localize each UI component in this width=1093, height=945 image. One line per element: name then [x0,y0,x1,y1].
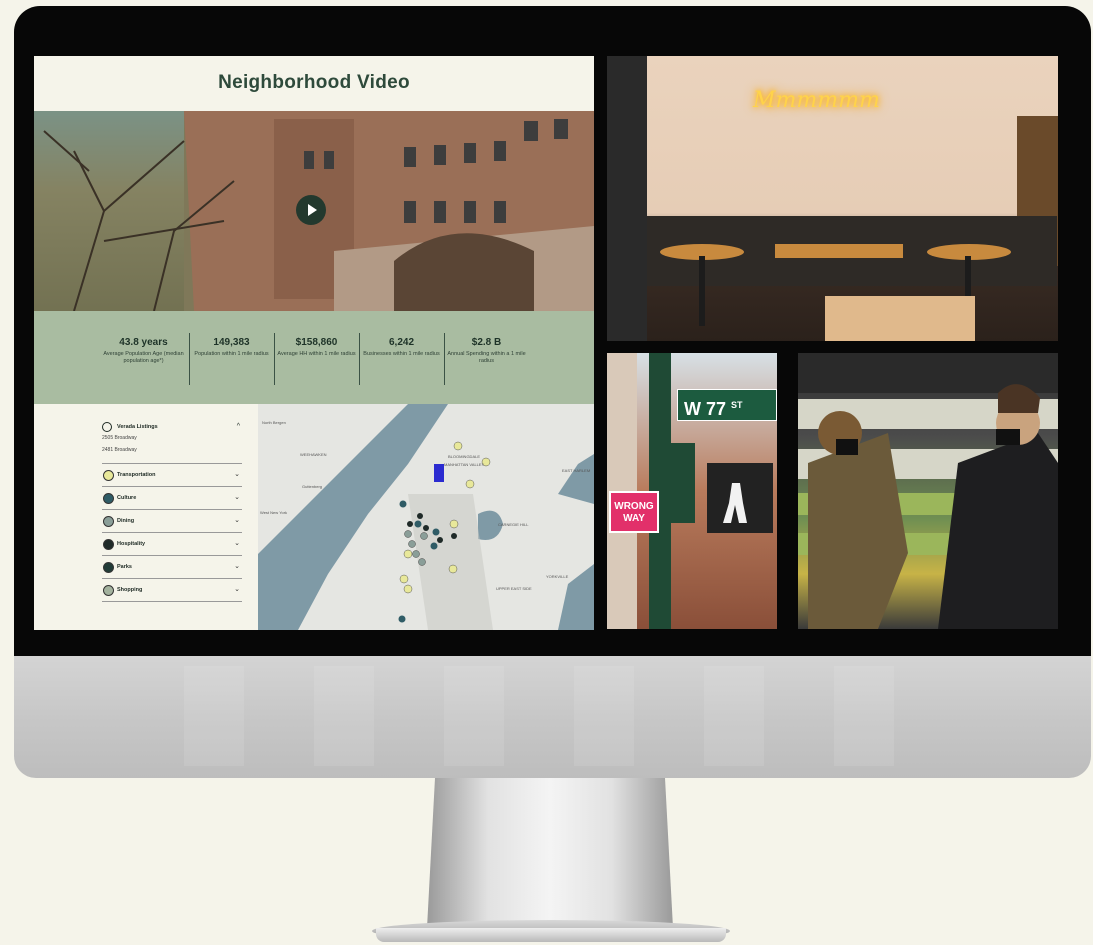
chevron-down-icon[interactable]: ⌄ [234,562,240,570]
map-label: West New York [260,510,288,515]
chevron-down-icon[interactable]: ⌄ [234,493,240,501]
legend-dot [103,493,114,504]
street-sign: W 77 ST [677,389,777,421]
market-photo [798,353,1058,629]
monitor-chin [14,656,1091,778]
map-label: EAST HARLEM [562,468,591,473]
legend-dot [103,585,114,596]
filter-parks[interactable]: Parks ⌄ [102,555,242,578]
wrong-way-sign: WRONG WAY [609,491,659,533]
legend-dot [103,539,114,550]
legend-dot [103,470,114,481]
map-label: WEEHAWKEN [300,452,327,457]
map-label: MANHATTAN VALLEY [444,462,485,467]
website-panel: Neighborhood Video 43.8 years Average Po… [34,56,594,630]
chevron-down-icon[interactable]: ⌄ [234,539,240,547]
filter-culture[interactable]: Culture ⌄ [102,486,242,509]
monitor-stand [427,778,673,928]
listing-address: 2505 Broadway [102,435,137,441]
map-label: Guttenberg [302,484,323,489]
map-label: UPPER EAST SIDE [496,586,532,591]
map-canvas [258,404,594,630]
chevron-down-icon[interactable]: ⌄ [234,585,240,593]
stat-businesses: 6,242 Businesses within 1 mile radius [363,337,440,357]
stat-household: $158,860 Average HH within 1 mile radius [277,337,356,357]
legend-dot [103,516,114,527]
map-label: CARNEGIE HILL [498,522,529,527]
map-label: BLOOMINGDALE [448,454,481,459]
stat-spending: $2.8 B Annual Spending within a 1 mile r… [447,337,526,364]
map-label: YORKVILLE [546,574,569,579]
chevron-down-icon[interactable]: ⌄ [234,470,240,478]
radio-icon[interactable] [102,422,112,432]
filter-hospitality[interactable]: Hospitality ⌄ [102,532,242,555]
chevron-up-icon[interactable]: ^ [237,423,240,430]
restaurant-furniture [607,56,1058,341]
stats-bar: 43.8 years Average Population Age (media… [34,311,594,404]
street-photo: W 77 ST WRONG WAY [607,353,777,629]
filter-shopping[interactable]: Shopping ⌄ [102,578,242,601]
map-label: North Bergen [262,420,286,425]
chevron-down-icon[interactable]: ⌄ [234,516,240,524]
hero-video[interactable] [34,111,594,311]
stand-foot [376,928,726,942]
stat-median-age: 43.8 years Average Population Age (media… [103,337,184,364]
market-scene [798,353,1058,629]
stat-population: 149,383 Population within 1 mile radius [194,337,269,357]
listing-address: 2481 Broadway [102,447,137,453]
filter-listings[interactable]: Verada Listings ^ [102,422,242,435]
legend-dot [103,562,114,573]
neighborhood-map[interactable]: North Bergen Guttenberg West New York WE… [258,404,594,630]
page-title: Neighborhood Video [218,72,410,93]
map-filters: Verada Listings ^ 2505 Broadway 2481 Bro… [102,422,242,603]
filter-transportation[interactable]: Transportation ⌄ [102,463,242,486]
filter-dining[interactable]: Dining ⌄ [102,509,242,532]
restaurant-photo: Mmmmmm [607,56,1058,341]
play-button[interactable] [296,195,326,225]
